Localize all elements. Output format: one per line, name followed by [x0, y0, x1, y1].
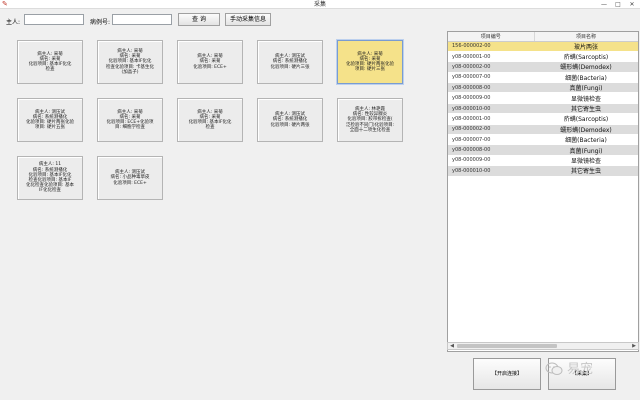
item-name: 其它寄生虫	[534, 103, 638, 115]
case-card-selected[interactable]: 病主人: 采菊 病名: 采菊 化验项目: 硬片两张化验 项目: 硬片三张	[337, 40, 403, 84]
maximize-button[interactable]: □	[612, 0, 624, 9]
wechat-logo-icon	[545, 362, 563, 375]
item-code: y08-000002-00	[448, 61, 534, 73]
table-row[interactable]: y08-000010-00 其它寄生虫	[448, 165, 638, 177]
case-card-text: 病主人: 测压试 病名: 系统测播化 化验项目: 硬片两张化验 项目: 硬片五张	[26, 109, 74, 131]
item-name: 疥螨(Sarcoptis)	[534, 51, 638, 63]
item-name: 蠕形螨(Demodex)	[534, 61, 638, 73]
case-card-text: 病主人: 采菊 病名: 采菊 化验项目: 基本IF化化 检查化验项目: 卡基生化…	[106, 48, 154, 75]
minimize-button[interactable]: —	[598, 0, 610, 9]
watermark-text: 易宠	[567, 362, 594, 377]
case-card[interactable]: 病主人: 采菊 病名: 采菊 化验项目: 基本IF化化 检查	[177, 98, 243, 142]
case-card[interactable]: 病主人: 采菊 病名: 采菊 化验项目: 基本IF化化 检查	[17, 40, 83, 84]
case-card-text: 病主人: 林艳霞 病名: 性较异腺炎 化验项目: 胶带拆检查( 泛检验不同门)化…	[345, 106, 395, 133]
item-code: y08-000007-00	[448, 72, 534, 84]
window-title: 采集	[313, 1, 326, 8]
table-row[interactable]: y08-000010-00 其它寄生虫	[448, 103, 638, 115]
watermark: 易宠	[545, 360, 615, 382]
query-button[interactable]: 查 询	[178, 13, 220, 26]
case-card[interactable]: 病主人: 林艳霞 病名: 性较异腺炎 化验项目: 胶带拆检查( 泛检验不同门)化…	[337, 98, 403, 142]
item-name: 真菌(Fungi)	[534, 144, 638, 156]
item-code: y08-000001-00	[448, 113, 534, 125]
case-card[interactable]: 病主人: 测压试 病名: 系统测播化 化验项目: 硬片两张	[257, 98, 323, 142]
case-card-text: 病主人: 11 病名: 系统测播化 化验项目: 基本IF化化 检查化验项目: 基…	[26, 162, 74, 194]
item-code: 156-000002-00	[448, 41, 534, 52]
item-name: 疥螨(Sarcoptis)	[534, 113, 638, 125]
item-name: 细菌(Bacteria)	[534, 72, 638, 84]
case-card-text: 病主人: 采菊 病名: 采菊 化验项目: ECE+化验项 目: 细胞学检查	[106, 109, 154, 131]
start-connection-button[interactable]: 【开启连接】	[473, 358, 541, 390]
item-name: 真菌(Fungi)	[534, 82, 638, 94]
manual-collect-button[interactable]: 手动采集信息	[225, 13, 271, 26]
scroll-right-arrow-icon[interactable]: ▶	[630, 343, 638, 349]
table-row[interactable]: y08-000008-00 真菌(Fungi)	[448, 82, 638, 94]
title-bar: ✎ 采集 — □ ✕	[0, 0, 640, 9]
table-row[interactable]: y08-000001-00 疥螨(Sarcoptis)	[448, 113, 638, 125]
table-row[interactable]: y08-000008-00 真菌(Fungi)	[448, 144, 638, 156]
scroll-left-arrow-icon[interactable]: ◀	[448, 343, 456, 349]
scrollbar-thumb[interactable]	[457, 344, 557, 348]
table-row[interactable]: y08-000007-00 细菌(Bacteria)	[448, 134, 638, 146]
case-card-text: 病主人: 采菊 病名: 采菊 化验项目: 基本IF化化 检查	[28, 51, 72, 73]
case-card[interactable]: 病主人: 采菊 病名: 采菊 化验项目: 基本IF化化 检查化验项目: 卡基生化…	[97, 40, 163, 84]
table-row[interactable]: y08-000002-00 蠕形螨(Demodex)	[448, 124, 638, 136]
table-row[interactable]: y08-000009-00 显微镜检查	[448, 92, 638, 104]
case-card-text: 病主人: 测压试 病名: 小品种毒草皮 化验项目: ECE+	[110, 170, 150, 186]
item-code: y08-000010-00	[448, 165, 534, 177]
case-card-grid: 病主人: 采菊 病名: 采菊 化验项目: 基本IF化化 检查 病主人: 采菊 病…	[0, 31, 446, 400]
case-card-text: 病主人: 测压试 病名: 系统测播化 化验项目: 硬片三张	[270, 54, 310, 70]
case-number-input[interactable]	[112, 14, 172, 25]
item-code: y08-000007-00	[448, 134, 534, 146]
case-card[interactable]: 病主人: 测压试 病名: 小品种毒草皮 化验项目: ECE+	[97, 156, 163, 200]
owner-input[interactable]	[24, 14, 84, 25]
case-card[interactable]: 病主人: 采菊 病名: 采菊 化验项目: ECE+化验项 目: 细胞学检查	[97, 98, 163, 142]
case-card-text: 病主人: 采菊 病名: 采菊 化验项目: 基本IF化化 检查	[188, 109, 232, 131]
case-card[interactable]: 病主人: 测压试 病名: 系统测播化 化验项目: 硬片两张化验 项目: 硬片五张	[17, 98, 83, 142]
item-name: 玻片两张	[534, 41, 638, 52]
table-horizontal-scrollbar[interactable]: ◀ ▶	[447, 342, 639, 350]
item-table: 项目编号 项目名称 156-000002-00 玻片两张 y08-000001-0…	[447, 31, 639, 352]
item-code: y08-000001-00	[448, 51, 534, 63]
table-row[interactable]: y08-000001-00 疥螨(Sarcoptis)	[448, 51, 638, 63]
item-name: 其它寄生虫	[534, 165, 638, 177]
item-name: 蠕形螨(Demodex)	[534, 124, 638, 136]
column-header-code[interactable]: 项目编号	[448, 32, 535, 42]
case-card-text: 病主人: 采菊 病名: 采菊 化验项目: 硬片两张化验 项目: 硬片三张	[346, 51, 394, 73]
close-button[interactable]: ✕	[626, 0, 638, 9]
item-name: 细菌(Bacteria)	[534, 134, 638, 146]
case-number-label: 病例号:	[90, 19, 111, 26]
item-code: y08-000009-00	[448, 155, 534, 167]
table-row[interactable]: y08-000007-00 细菌(Bacteria)	[448, 72, 638, 84]
case-card[interactable]: 病主人: 采菊 病名: 采菊 化验项目: ECE+	[177, 40, 243, 84]
item-code: y08-000010-00	[448, 103, 534, 115]
case-card[interactable]: 病主人: 11 病名: 系统测播化 化验项目: 基本IF化化 检查化验项目: 基…	[17, 156, 83, 200]
case-card[interactable]: 病主人: 测压试 病名: 系统测播化 化验项目: 硬片三张	[257, 40, 323, 84]
table-row[interactable]: y08-000009-00 显微镜检查	[448, 155, 638, 167]
case-card-text: 病主人: 采菊 病名: 采菊 化验项目: ECE+	[193, 54, 227, 70]
item-code: y08-000008-00	[448, 82, 534, 94]
table-row[interactable]: 156-000002-00 玻片两张	[448, 41, 638, 52]
table-header-row: 项目编号 项目名称	[448, 32, 638, 42]
item-name: 显微镜检查	[534, 92, 638, 104]
search-toolbar: 主人: 病例号: 查 询 手动采集信息	[0, 9, 640, 31]
item-name: 显微镜检查	[534, 155, 638, 167]
owner-label: 主人:	[6, 19, 21, 26]
case-card-text: 病主人: 测压试 病名: 系统测播化 化验项目: 硬片两张	[270, 112, 310, 128]
item-code: y08-000009-00	[448, 92, 534, 104]
table-row[interactable]: y08-000002-00 蠕形螨(Demodex)	[448, 61, 638, 73]
column-header-name[interactable]: 项目名称	[534, 32, 638, 42]
item-code: y08-000008-00	[448, 144, 534, 156]
item-code: y08-000002-00	[448, 124, 534, 136]
